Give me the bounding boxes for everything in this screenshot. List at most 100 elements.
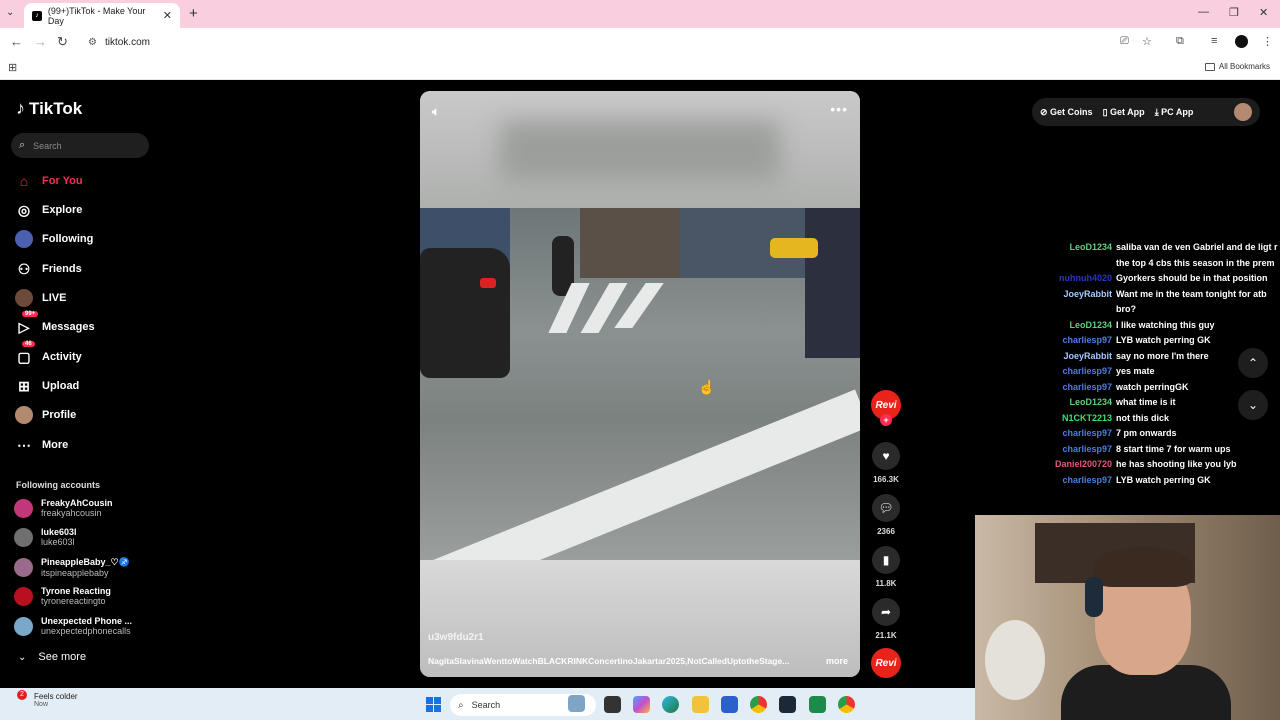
share-button[interactable]: ➦ 21.1K <box>871 598 901 640</box>
home-icon: ⌂ <box>19 173 29 189</box>
media-controls-icon[interactable]: ≡ <box>1211 35 1217 47</box>
store-icon[interactable] <box>721 696 738 713</box>
site-info-icon[interactable]: ⚙ <box>88 37 97 48</box>
tab-title: (99+)TikTok - Make Your Day <box>47 5 146 26</box>
chevron-down-icon: ⌄ <box>18 651 27 663</box>
messages-badge: 99+ <box>22 311 39 317</box>
pc-app-button[interactable]: ⤓ PC App <box>1155 107 1194 118</box>
profile-avatar-icon[interactable] <box>1235 35 1248 48</box>
install-app-icon[interactable]: ⎚ <box>1120 35 1129 48</box>
task-view-icon[interactable] <box>604 696 621 713</box>
nav-messages[interactable]: ▷ 99+ Messages <box>14 311 95 337</box>
search-icon: ⌕ <box>458 699 464 711</box>
nav-explore[interactable]: ◎ Explore <box>14 200 82 220</box>
search-input[interactable]: ⌕ Search <box>11 133 149 158</box>
save-button[interactable]: ▮ 11.8K <box>871 546 901 588</box>
chat-text: 7 pm onwards <box>1116 428 1177 438</box>
scroll-down-icon[interactable]: ⌄ <box>1238 390 1268 420</box>
chat-text: he has shooting like you lyb <box>1116 459 1237 469</box>
account-name: luke603l <box>41 527 77 537</box>
video-blurred-top <box>420 91 860 208</box>
comment-icon: 💬︎ <box>872 494 900 522</box>
comment-button[interactable]: 💬︎ 2366 <box>871 494 901 536</box>
steam-icon[interactable] <box>779 696 796 713</box>
more-options-icon[interactable]: ••• <box>830 101 848 117</box>
like-button[interactable]: ♥ 166.3K <box>871 442 901 484</box>
account-handle: tyronereactingto <box>41 596 106 606</box>
tiktok-logo[interactable]: ♪ TikTok <box>16 98 82 119</box>
nav-live[interactable]: LIVE <box>14 288 66 308</box>
chat-message: Daniel200720 he has shooting like you lyb <box>1040 457 1280 473</box>
reload-icon[interactable]: ↻ <box>57 34 68 50</box>
caption-more-link[interactable]: more <box>826 656 848 666</box>
nav-profile[interactable]: Profile <box>14 405 76 425</box>
nav-upload[interactable]: ⊞ Upload <box>14 376 79 396</box>
chat-message: charliesp97 7 pm onwards <box>1040 426 1280 442</box>
nav-more[interactable]: ⋯ More <box>14 435 68 455</box>
webcam-person-hair <box>1093 547 1193 587</box>
nav-for-you[interactable]: ⌂ For You <box>14 171 83 191</box>
browser-tab[interactable]: ♪ (99+)TikTok - Make Your Day ✕ <box>24 3 180 28</box>
chat-username: LeoD1234 <box>1069 319 1112 330</box>
chat-message: charliesp97 8 start time 7 for warm ups <box>1040 442 1280 458</box>
chrome-active-icon[interactable] <box>838 696 855 713</box>
following-account[interactable]: FreakyAhCousin freakyahcousin <box>14 498 113 518</box>
account-handle: unexpectedphonecalls <box>41 626 131 636</box>
nav-label: Profile <box>42 409 77 421</box>
chrome-icon[interactable] <box>750 696 767 713</box>
get-app-button[interactable]: ▯ Get App <box>1103 107 1145 118</box>
restore-icon[interactable]: ❐ <box>1229 6 1239 19</box>
menu-kebab-icon[interactable]: ⋮ <box>1262 35 1273 48</box>
close-window-icon[interactable]: ✕ <box>1259 6 1268 19</box>
follow-plus-icon[interactable]: + <box>880 414 892 426</box>
app-icon[interactable] <box>809 696 826 713</box>
back-icon[interactable]: ← <box>10 34 23 49</box>
windows-start-icon[interactable] <box>426 697 441 712</box>
edge-icon[interactable] <box>662 696 679 713</box>
nav-label: Explore <box>42 204 83 216</box>
account-name: PineappleBaby_♡♐ <box>41 557 130 567</box>
chat-username: Daniel200720 <box>1054 459 1112 469</box>
tab-list-chevron-icon[interactable]: ⌄ <box>6 7 14 18</box>
file-explorer-icon[interactable] <box>692 696 709 713</box>
bookmark-star-icon[interactable]: ☆ <box>1142 35 1152 48</box>
bookmarks-bar <box>0 56 1280 80</box>
chat-username: LeoD1234 <box>1069 397 1112 407</box>
chat-text: LYB watch perring GK <box>1116 474 1211 485</box>
following-account[interactable]: Unexpected Phone ... unexpectedphonecalls <box>14 616 132 636</box>
sound-disc[interactable]: Revi <box>871 648 901 678</box>
volume-icon[interactable]: 🔈︎ <box>432 103 440 120</box>
all-bookmarks-button[interactable]: All Bookmarks <box>1204 62 1270 71</box>
webcam-overlay <box>975 515 1280 720</box>
following-account[interactable]: luke603l luke603l <box>14 527 77 547</box>
see-more-button[interactable]: ⌄ See more <box>18 651 86 663</box>
copilot-icon[interactable] <box>633 696 650 713</box>
taskbar-search-label: Search <box>471 700 501 710</box>
weather-text: Feels colder <box>34 692 78 701</box>
minimize-icon[interactable]: — <box>1198 6 1209 18</box>
following-account[interactable]: PineappleBaby_♡♐ itspineapplebaby <box>14 557 130 578</box>
close-tab-icon[interactable]: ✕ <box>163 9 172 22</box>
weather-widget[interactable]: 2 Feels colder Now <box>14 690 78 708</box>
user-avatar[interactable] <box>1234 103 1252 121</box>
nav-friends[interactable]: ⚇ Friends <box>14 259 82 279</box>
nav-label: Upload <box>42 380 80 392</box>
get-coins-label: Get Coins <box>1050 106 1093 117</box>
activity-badge: 46 <box>22 341 35 347</box>
nav-following[interactable]: Following <box>14 229 93 249</box>
scroll-up-icon[interactable]: ⌃ <box>1238 348 1268 378</box>
extensions-icon[interactable]: ⧉ <box>1176 35 1184 48</box>
apps-grid-icon[interactable]: ⊞ <box>8 61 17 74</box>
following-account[interactable]: Tyrone Reacting tyronereactingto <box>14 586 111 606</box>
nav-activity[interactable]: ▢ 46 Activity <box>14 341 82 367</box>
video-author[interactable]: u3w9fdu2r1 <box>428 632 484 643</box>
creator-avatar[interactable]: Revi + <box>871 390 901 426</box>
forward-icon[interactable]: → <box>34 34 47 49</box>
video-player[interactable]: 🔈︎ ••• ☝ u3w9fdu2r1 NagitaSlavinaWenttoW… <box>420 91 860 677</box>
omnibox[interactable]: ⚙ tiktok.com <box>80 32 1166 52</box>
chat-username: nuhnuh4020 <box>1058 273 1112 283</box>
widgets-icon[interactable] <box>568 695 585 712</box>
get-coins-button[interactable]: ⊘ Get Coins <box>1040 107 1093 118</box>
logo-text: TikTok <box>29 98 83 118</box>
new-tab-icon[interactable]: + <box>189 5 198 22</box>
